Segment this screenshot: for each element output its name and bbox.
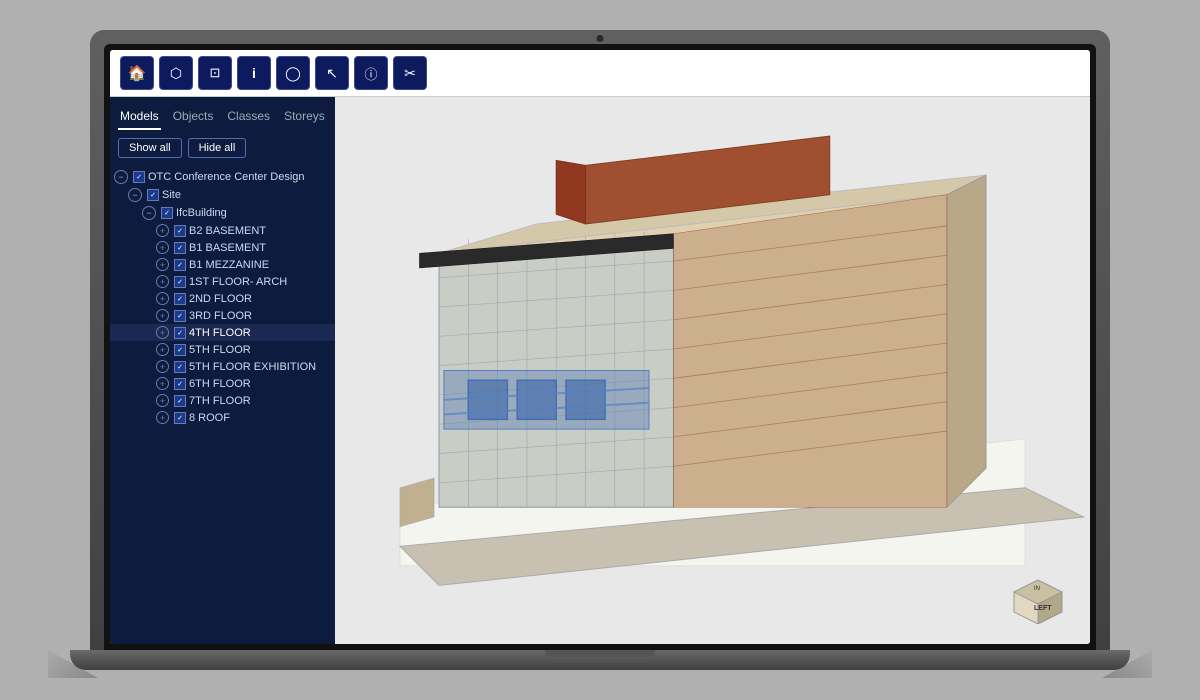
- section-button[interactable]: ⊡: [198, 56, 232, 90]
- erase-button[interactable]: ◯: [276, 56, 310, 90]
- floor-1st-label: 1ST FLOOR- ARCH: [189, 276, 287, 288]
- floor-5th-label: 5TH FLOOR: [189, 344, 251, 356]
- tree-view: − ✓ OTC Conference Center Design − ✓ Sit…: [110, 166, 335, 644]
- sidebar: Models Objects Classes Storeys Show all …: [110, 97, 335, 644]
- laptop-base: [70, 650, 1130, 670]
- floor-2nd-item[interactable]: + ✓ 2ND FLOOR: [110, 290, 335, 307]
- floor-roof-item[interactable]: + ✓ 8 ROOF: [110, 409, 335, 426]
- tree-root[interactable]: − ✓ OTC Conference Center Design: [110, 168, 335, 186]
- floor-3rd-label: 3RD FLOOR: [189, 310, 252, 322]
- screen-bezel: 🏠 ⬡ ⊡ i ◯ ↖ ⓘ ✂: [104, 44, 1096, 650]
- info-button[interactable]: i: [237, 56, 271, 90]
- ifc-building-label: IfcBuilding: [176, 207, 227, 219]
- ifc-building-item[interactable]: − ✓ IfcBuilding: [110, 204, 335, 222]
- tab-objects[interactable]: Objects: [171, 105, 216, 130]
- floor-4th-label: 4TH FLOOR: [189, 327, 251, 339]
- floor-b2-item[interactable]: + ✓ B2 BASEMENT: [110, 222, 335, 239]
- floor-b1mez-label: B1 MEZZANINE: [189, 259, 269, 271]
- properties-button[interactable]: ⓘ: [354, 56, 388, 90]
- floor-7th-label: 7TH FLOOR: [189, 395, 251, 407]
- floor-5thex-label: 5TH FLOOR EXHIBITION: [189, 361, 316, 373]
- svg-text:LEFT: LEFT: [1034, 605, 1052, 612]
- tab-classes[interactable]: Classes: [225, 105, 272, 130]
- root-label: OTC Conference Center Design: [148, 171, 305, 183]
- floor-4th-item[interactable]: + ✓ 4TH FLOOR: [110, 324, 335, 341]
- floor-3rd-item[interactable]: + ✓ 3RD FLOOR: [110, 307, 335, 324]
- floor-b1mez-item[interactable]: + ✓ B1 MEZZANINE: [110, 256, 335, 273]
- tab-models[interactable]: Models: [118, 105, 161, 130]
- floor-5th-item[interactable]: + ✓ 5TH FLOOR: [110, 341, 335, 358]
- home-button[interactable]: 🏠: [120, 56, 154, 90]
- viewport[interactable]: LEFT IN: [335, 97, 1090, 644]
- site-label: Site: [162, 189, 181, 201]
- show-all-button[interactable]: Show all: [118, 138, 182, 158]
- site-item[interactable]: − ✓ Site: [110, 186, 335, 204]
- toolbar: 🏠 ⬡ ⊡ i ◯ ↖ ⓘ ✂: [110, 50, 1090, 97]
- floor-b1-label: B1 BASEMENT: [189, 242, 266, 254]
- app-screen: 🏠 ⬡ ⊡ i ◯ ↖ ⓘ ✂: [110, 50, 1090, 644]
- camera-dot: [597, 35, 604, 42]
- floor-2nd-label: 2ND FLOOR: [189, 293, 252, 305]
- model-button[interactable]: ⬡: [159, 56, 193, 90]
- select-button[interactable]: ↖: [315, 56, 349, 90]
- floor-b2-label: B2 BASEMENT: [189, 225, 266, 237]
- floor-6th-item[interactable]: + ✓ 6TH FLOOR: [110, 375, 335, 392]
- tab-storeys[interactable]: Storeys: [282, 105, 327, 130]
- svg-text:IN: IN: [1034, 586, 1040, 592]
- tools-button[interactable]: ✂: [393, 56, 427, 90]
- floor-1st-item[interactable]: + ✓ 1ST FLOOR- ARCH: [110, 273, 335, 290]
- hide-all-button[interactable]: Hide all: [188, 138, 247, 158]
- floor-roof-label: 8 ROOF: [189, 412, 230, 424]
- floor-b1-item[interactable]: + ✓ B1 BASEMENT: [110, 239, 335, 256]
- sidebar-tabs: Models Objects Classes Storeys: [110, 97, 335, 130]
- laptop-screen: 🏠 ⬡ ⊡ i ◯ ↖ ⓘ ✂: [90, 30, 1110, 650]
- floor-6th-label: 6TH FLOOR: [189, 378, 251, 390]
- nav-cube[interactable]: LEFT IN: [1006, 560, 1070, 624]
- floor-7th-item[interactable]: + ✓ 7TH FLOOR: [110, 392, 335, 409]
- floor-5thex-item[interactable]: + ✓ 5TH FLOOR EXHIBITION: [110, 358, 335, 375]
